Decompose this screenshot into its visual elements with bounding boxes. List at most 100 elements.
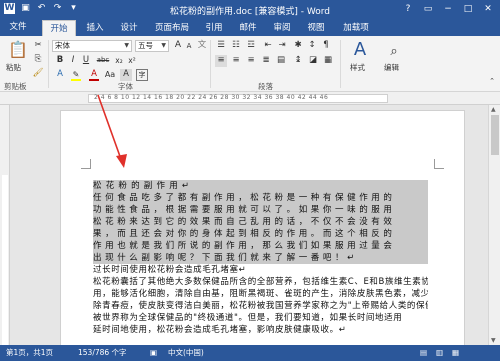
group-divider	[210, 40, 211, 88]
language-indicator[interactable]: 中文(中国)	[168, 345, 204, 361]
multilevel-list-icon[interactable]: ☲	[245, 40, 257, 52]
superscript-button[interactable]: x²	[126, 55, 138, 67]
ruler-track	[2, 175, 8, 345]
numbering-icon[interactable]: ☷	[230, 40, 242, 52]
subscript-button[interactable]: x₂	[113, 55, 125, 67]
selected-line: 出现什么副影响呢？下面我们就来了解一番吧！↵	[93, 252, 428, 264]
tab-view[interactable]: 视图	[302, 20, 330, 36]
tab-mailings[interactable]: 邮件	[234, 20, 262, 36]
tab-insert[interactable]: 插入	[80, 20, 110, 36]
title-bar: W ▣ ↶ ↷ ▾ 松花粉的副作用.doc [兼容模式] - Word ? ▭ …	[0, 0, 500, 18]
scroll-up-icon[interactable]: ▲	[491, 106, 496, 113]
close-button[interactable]: ✕	[478, 0, 498, 18]
paragraph-line: 松花粉囊括了其他绝大多数保健品所含的全部营养，包括维生素C、E和B族维生素协调作	[93, 277, 428, 287]
italic-button[interactable]: I	[67, 55, 79, 67]
paragraph-line: 除青春痘，使皮肤变得洁白美丽，松花粉被我国营养学家称之为"上帝赐给人类的保健珍品…	[93, 301, 428, 311]
font-color-swatch	[89, 79, 99, 81]
vertical-scrollbar[interactable]: ▲ ▼	[488, 105, 500, 345]
show-marks-icon[interactable]: ¶	[320, 40, 332, 52]
sort-icon[interactable]: ↕	[306, 40, 318, 52]
tab-layout[interactable]: 页面布局	[150, 20, 194, 36]
paragraph-group-label: 段落	[258, 82, 273, 91]
font-color-icon[interactable]: A	[88, 69, 100, 81]
print-layout-icon[interactable]: ▥	[436, 345, 443, 361]
selected-line: 任何食品吃多了都有副作用，松花粉是一种有保健作用的	[93, 192, 428, 204]
selected-line: 松花粉来达到它的效果而自己乱用的话，不仅不会没有效	[93, 216, 428, 228]
change-case-icon[interactable]: Aa	[104, 69, 116, 81]
styles-icon[interactable]: A	[350, 39, 370, 61]
align-left-icon[interactable]: ≡	[215, 55, 227, 67]
shading-icon[interactable]: ◪	[307, 55, 319, 67]
minimize-button[interactable]: −	[438, 0, 458, 18]
format-painter-icon[interactable]: 🖌	[32, 68, 44, 80]
selected-line: 功能性食品，根据需要服用就可以了。如果你一味的服用	[93, 204, 428, 216]
chinese-layout-icon[interactable]: ✱	[292, 40, 304, 52]
paragraph-line: 用，能够活化细胞，清除自由基，阻断黑褐斑、雀斑的产生，消除皮肤黑色素，减少、去	[93, 289, 428, 299]
page-count[interactable]: 第1页，共1页	[6, 345, 53, 361]
tab-file[interactable]: 文件	[0, 18, 36, 36]
decrease-indent-icon[interactable]: ⇤	[262, 40, 274, 52]
tab-references[interactable]: 引用	[200, 20, 228, 36]
highlight-icon[interactable]: ✎	[70, 69, 82, 81]
styles-button[interactable]: 样式	[350, 62, 365, 73]
find-icon[interactable]: ⌕	[386, 44, 402, 60]
tab-review[interactable]: 审阅	[268, 20, 296, 36]
increase-indent-icon[interactable]: ⇥	[276, 40, 288, 52]
cut-icon[interactable]: ✂	[32, 40, 44, 52]
highlight-color-swatch	[71, 79, 81, 81]
group-divider	[340, 40, 341, 88]
shrink-font-icon[interactable]: A	[183, 41, 195, 53]
window-controls: ? ▭ − □ ✕	[398, 0, 498, 18]
scroll-down-icon[interactable]: ▼	[491, 337, 496, 344]
text-effects-icon[interactable]: A	[54, 69, 66, 81]
clipboard-group-label: 剪贴板	[4, 82, 27, 91]
proofing-icon[interactable]: ▣	[150, 345, 157, 361]
underline-button[interactable]: U	[80, 55, 92, 67]
paragraph-line: 过长时间使用松花粉会造成毛孔堵塞↵	[93, 265, 247, 275]
justify-icon[interactable]: ≣	[260, 55, 272, 67]
align-center-icon[interactable]: ≡	[230, 55, 242, 67]
horizontal-ruler[interactable]: 2 4 6 8 10 12 14 16 18 20 22 24 26 28 30…	[0, 92, 500, 105]
ribbon-display-icon[interactable]: ▭	[418, 0, 438, 18]
selected-heading: 松花粉的副作用↵	[93, 180, 428, 192]
enclose-char-icon[interactable]: 字	[136, 69, 148, 81]
status-bar: 第1页，共1页 153/786 个字 ▣ 中文(中国) ▤ ▥ ▦	[0, 345, 500, 361]
collapse-ribbon-icon[interactable]: ⌃	[486, 76, 498, 88]
ribbon-tabs: 文件 开始 插入 设计 页面布局 引用 邮件 审阅 视图 加载项	[0, 18, 500, 36]
document-body[interactable]: 松花粉的副作用↵ 任何食品吃多了都有副作用，松花粉是一种有保健作用的 功能性食品…	[93, 180, 428, 336]
char-shading-icon[interactable]: A	[120, 69, 132, 81]
paste-icon[interactable]: 📋	[8, 40, 28, 62]
word-count[interactable]: 153/786 个字	[78, 345, 127, 361]
wen-icon[interactable]: 文	[196, 40, 208, 52]
font-size-combo[interactable]: 五号 ▼	[135, 40, 169, 52]
maximize-button[interactable]: □	[458, 0, 478, 18]
font-size-value: 五号	[138, 41, 153, 50]
align-right-icon[interactable]: ≡	[245, 55, 257, 67]
margin-corner-mark	[434, 159, 444, 169]
chevron-down-icon: ▼	[124, 42, 129, 49]
margin-corner-mark	[81, 159, 91, 169]
web-layout-icon[interactable]: ▦	[452, 345, 459, 361]
paragraph-line: 延时间地使用，松花粉会造成毛孔堵塞，影响皮肤健康吸收。↵	[93, 325, 347, 335]
font-name-combo[interactable]: 宋体 ▼	[52, 40, 132, 52]
tab-addins[interactable]: 加载项	[336, 20, 376, 36]
bullets-icon[interactable]: ☰	[215, 40, 227, 52]
ribbon: 📋 粘贴 ✂ ⎘ 🖌 剪贴板 宋体 ▼ 五号 ▼ A A 文 B I U abc…	[0, 36, 500, 92]
editing-button[interactable]: 编辑	[384, 62, 399, 73]
group-divider	[48, 40, 49, 88]
copy-icon[interactable]: ⎘	[32, 54, 44, 66]
paragraph-line: 被世界称为全球保健品的"终极通道"。但是，我们要知道，如果长时间地适用	[93, 313, 403, 323]
strikethrough-button[interactable]: abc	[95, 55, 111, 67]
distributed-icon[interactable]: ▤	[275, 55, 287, 67]
line-spacing-icon[interactable]: ↨	[292, 55, 304, 67]
tab-design[interactable]: 设计	[114, 20, 144, 36]
vertical-ruler[interactable]	[0, 105, 10, 345]
bold-button[interactable]: B	[54, 55, 66, 67]
scroll-thumb[interactable]	[491, 115, 499, 155]
paste-button[interactable]: 粘贴	[6, 62, 21, 73]
font-name-value: 宋体	[55, 41, 70, 50]
tab-home[interactable]: 开始	[42, 20, 76, 36]
help-button[interactable]: ?	[398, 0, 418, 18]
read-mode-icon[interactable]: ▤	[420, 345, 427, 361]
borders-icon[interactable]: ▦	[322, 55, 334, 67]
